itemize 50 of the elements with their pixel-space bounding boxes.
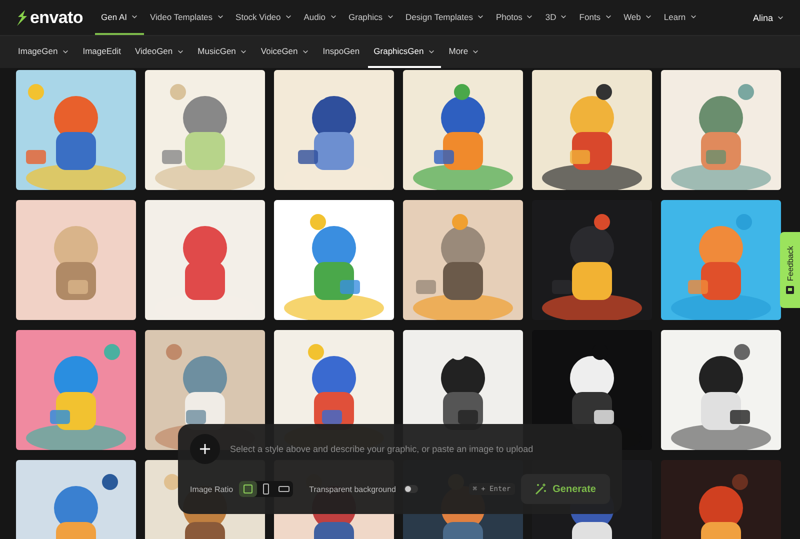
feedback-icon [786, 286, 794, 294]
chevron-down-icon [62, 48, 69, 54]
nav-tab[interactable]: Learn [658, 0, 703, 35]
chevron-down-icon [560, 13, 568, 20]
subnav-tab[interactable]: ImageEdit [76, 36, 127, 68]
chevron-down-icon [330, 13, 337, 20]
chevron-down-icon [690, 13, 697, 20]
chevron-down-icon [428, 48, 435, 54]
subnav-tab[interactable]: InspoGen [316, 36, 366, 68]
transparent-label: Transparent background [309, 484, 396, 494]
chevron-down-icon [284, 13, 292, 20]
subnav-tab[interactable]: VideoGen [128, 36, 190, 68]
nav-tab[interactable]: Fonts [573, 0, 618, 35]
logo-text[interactable]: envato [30, 8, 83, 28]
generate-button[interactable]: Generate [520, 474, 610, 504]
chevron-down-icon [131, 13, 138, 20]
magic-wand-icon [534, 483, 547, 495]
nav-tab[interactable]: 3D [539, 0, 574, 35]
ratio-icon [241, 482, 256, 496]
prompt-field[interactable]: Select a style above and describe your graphic, or paste an image to upload [228, 443, 610, 455]
image-ratio-label: Image Ratio [190, 484, 234, 494]
chevron-down-icon [176, 48, 184, 54]
nav-tab[interactable]: Graphics [342, 0, 400, 35]
subnav-tab[interactable]: MusicGen [192, 36, 253, 68]
nav-tab[interactable]: Audio [298, 0, 343, 35]
nav-tab[interactable]: Video Templates [144, 0, 230, 35]
subnav-tab[interactable]: VoiceGen [254, 36, 315, 68]
chevron-down-icon [216, 13, 224, 20]
transparent-toggle[interactable] [404, 485, 418, 493]
chevron-down-icon [526, 13, 534, 20]
chevron-down-icon [476, 13, 484, 20]
ratio-button[interactable] [239, 481, 258, 497]
chevron-down-icon [644, 13, 652, 20]
plus-icon [199, 443, 211, 455]
add-image-button[interactable] [190, 434, 220, 464]
nav-tab[interactable]: Web [618, 0, 658, 35]
nav-tab[interactable]: Stock Video [230, 0, 298, 35]
user-name[interactable]: Alina [752, 12, 773, 22]
chevron-down-icon [777, 14, 784, 21]
subnav-tab[interactable]: ImageGen [12, 36, 75, 68]
nav-tab[interactable]: Design Templates [400, 0, 490, 35]
feedback-tab[interactable]: Feedback [780, 232, 800, 308]
chevron-down-icon [386, 13, 394, 20]
subnav-tab[interactable]: More [442, 36, 486, 68]
nav-tab[interactable]: Photos [490, 0, 540, 35]
subnav-tab[interactable]: GraphicsGen [368, 36, 441, 68]
chevron-down-icon [240, 48, 247, 54]
chevron-down-icon [302, 48, 309, 54]
chevron-down-icon [472, 48, 480, 54]
chevron-down-icon [604, 13, 612, 20]
